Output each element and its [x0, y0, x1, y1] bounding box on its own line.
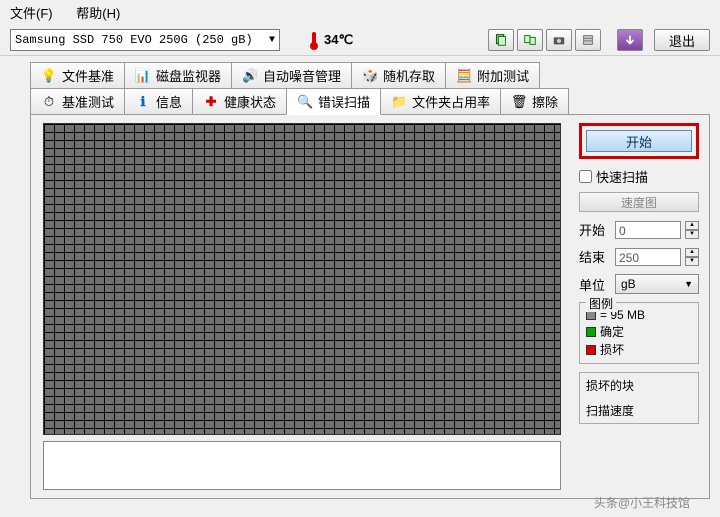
bulb-icon: 💡	[41, 68, 57, 84]
end-spin-up[interactable]: ▲	[685, 248, 699, 257]
start-field-label: 开始	[579, 220, 611, 239]
trash-icon: 🗑	[511, 94, 527, 110]
scan-block-grid	[43, 123, 561, 435]
speaker-icon: 🔊	[242, 68, 258, 84]
folder-icon: 📁	[391, 94, 407, 110]
tab-error-scan[interactable]: 🔍错误扫描	[286, 88, 381, 115]
chevron-down-icon: ▼	[269, 35, 275, 46]
tab-erase[interactable]: 🗑擦除	[500, 88, 569, 114]
tab-info[interactable]: ℹ信息	[124, 88, 193, 114]
end-field-label: 结束	[579, 247, 611, 266]
start-spin-down[interactable]: ▼	[685, 230, 699, 239]
tab-health[interactable]: ✚健康状态	[192, 88, 287, 114]
copy-data-button[interactable]	[517, 29, 543, 51]
quick-scan-label: 快速扫描	[596, 167, 648, 186]
tab-random-access[interactable]: 🎲随机存取	[351, 62, 446, 88]
quick-scan-row[interactable]: 快速扫描	[579, 165, 699, 188]
settings-button[interactable]	[575, 29, 601, 51]
end-spin-down[interactable]: ▼	[685, 257, 699, 266]
start-button[interactable]: 开始	[586, 130, 692, 152]
tab-disk-monitor[interactable]: 📊磁盘监视器	[124, 62, 232, 88]
speed-map-button[interactable]: 速度图	[579, 192, 699, 212]
unit-select-value: gB	[621, 277, 636, 291]
tab-file-benchmark[interactable]: 💡文件基准	[30, 62, 125, 88]
calc-icon: 🧮	[456, 68, 472, 84]
chevron-down-icon: ▼	[684, 279, 693, 289]
temperature-value: 34℃	[324, 32, 353, 48]
damaged-blocks-label: 损坏的块	[586, 377, 692, 394]
tab-aam[interactable]: 🔊自动噪音管理	[231, 62, 352, 88]
legend-title: 图例	[586, 295, 616, 312]
drive-select-value: Samsung SSD 750 EVO 250G (250 gB)	[15, 33, 253, 47]
monitor-icon: 📊	[135, 68, 151, 84]
minimize-button[interactable]	[617, 29, 643, 51]
info-icon: ℹ	[135, 94, 151, 110]
thermometer-icon	[306, 30, 320, 50]
exit-button[interactable]: 退出	[654, 29, 710, 51]
quick-scan-checkbox[interactable]	[579, 170, 592, 183]
copy-info-button[interactable]	[488, 29, 514, 51]
temperature-display: 34℃	[306, 30, 353, 50]
start-highlight: 开始	[579, 123, 699, 159]
start-field-value[interactable]: 0	[615, 221, 681, 239]
watermark: 头条@小王科技馆	[594, 494, 690, 511]
search-icon: 🔍	[297, 94, 313, 110]
legend-box: 图例 = 95 MB 确定 损坏	[579, 302, 699, 364]
stats-box: 损坏的块 扫描速度	[579, 372, 699, 424]
legend-bad-icon	[586, 345, 596, 355]
tab-row-1: 💡文件基准 📊磁盘监视器 🔊自动噪音管理 🎲随机存取 🧮附加测试	[30, 62, 710, 88]
screenshot-button[interactable]	[546, 29, 572, 51]
end-field-value[interactable]: 250	[615, 248, 681, 266]
unit-field-label: 单位	[579, 275, 611, 294]
menu-file[interactable]: 文件(F)	[10, 6, 53, 21]
dice-icon: 🎲	[362, 68, 378, 84]
tab-row-2: ⏱基准测试 ℹ信息 ✚健康状态 🔍错误扫描 📁文件夹占用率 🗑擦除	[30, 88, 710, 114]
tab-benchmark[interactable]: ⏱基准测试	[30, 88, 125, 114]
start-spin-up[interactable]: ▲	[685, 221, 699, 230]
tab-folder-usage[interactable]: 📁文件夹占用率	[380, 88, 501, 114]
tab-extra-tests[interactable]: 🧮附加测试	[445, 62, 540, 88]
graph-area	[43, 441, 561, 490]
health-icon: ✚	[203, 94, 219, 110]
legend-ok-icon	[586, 327, 596, 337]
scan-speed-label: 扫描速度	[586, 402, 692, 419]
drive-select[interactable]: Samsung SSD 750 EVO 250G (250 gB) ▼	[10, 29, 280, 51]
menu-help[interactable]: 帮助(H)	[76, 6, 120, 21]
unit-select[interactable]: gB ▼	[615, 274, 699, 294]
gauge-icon: ⏱	[41, 94, 57, 110]
